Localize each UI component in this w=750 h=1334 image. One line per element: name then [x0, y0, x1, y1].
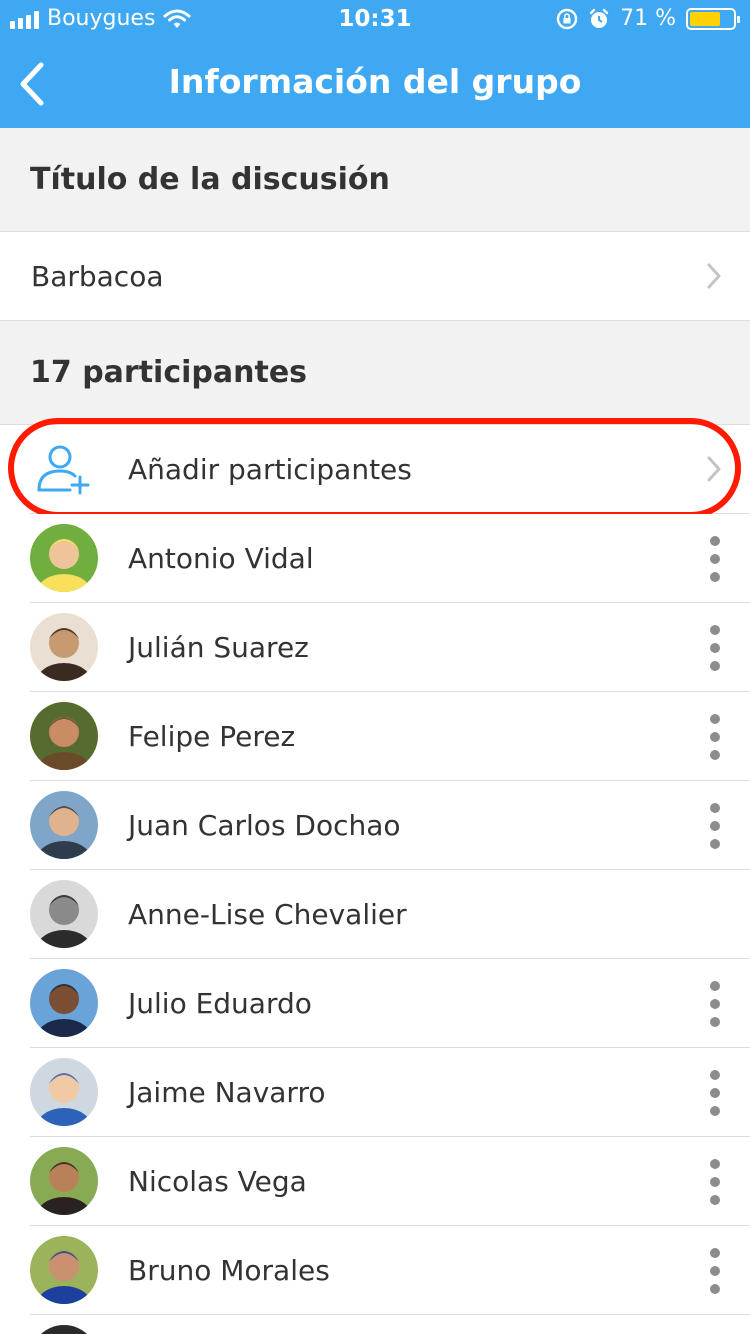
status-right: 71 %	[556, 6, 740, 31]
participant-name: Julio Eduardo	[128, 987, 312, 1020]
section-header-participants: 17 participantes	[30, 355, 308, 390]
avatar	[30, 613, 98, 681]
battery-percent: 71 %	[620, 6, 676, 31]
participant-name: Juan Carlos Dochao	[128, 809, 401, 842]
avatar	[30, 702, 98, 770]
avatar	[30, 791, 98, 859]
avatar	[30, 1147, 98, 1215]
page-title: Información del grupo	[168, 62, 582, 101]
more-options-icon[interactable]	[705, 1070, 725, 1116]
avatar	[30, 524, 98, 592]
participant-name: Anne-Lise Chevalier	[128, 898, 407, 931]
participant-name: Nicolas Vega	[128, 1165, 307, 1198]
participant-row[interactable]: Nicolas Vega	[0, 1137, 750, 1226]
more-options-icon[interactable]	[705, 981, 725, 1027]
avatar	[30, 1325, 98, 1334]
discussion-name-row[interactable]: Barbacoa	[0, 232, 750, 320]
participant-name: Antonio Vidal	[128, 542, 314, 575]
battery-level	[690, 11, 720, 26]
add-participants-row[interactable]: Añadir participantes	[0, 425, 750, 514]
participant-row[interactable]: Antonio Vidal	[0, 514, 750, 603]
participant-row[interactable]: Felipe Perez	[0, 692, 750, 781]
participant-name: Julián Suarez	[128, 631, 309, 664]
participant-row[interactable]: Julio Eduardo	[0, 959, 750, 1048]
participant-name: Bruno Morales	[128, 1254, 330, 1287]
more-options-icon[interactable]	[705, 1248, 725, 1294]
participant-row-partial	[0, 1315, 750, 1334]
section-header-discussion-title: Título de la discusión	[30, 162, 390, 197]
participant-row[interactable]: Juan Carlos Dochao	[0, 781, 750, 870]
more-options-icon[interactable]	[705, 625, 725, 671]
status-bar: Bouygues 10:31 71 %	[0, 0, 750, 40]
add-participants-label: Añadir participantes	[128, 453, 412, 486]
rotation-lock-icon	[556, 8, 578, 29]
more-options-icon[interactable]	[705, 1159, 725, 1205]
more-options-icon[interactable]	[705, 714, 725, 760]
avatar	[30, 1236, 98, 1304]
discussion-name: Barbacoa	[31, 259, 164, 293]
add-user-icon	[37, 445, 90, 495]
more-options-icon[interactable]	[705, 803, 725, 849]
participant-row[interactable]: Bruno Morales	[0, 1226, 750, 1315]
avatar	[30, 969, 98, 1037]
avatar	[30, 1058, 98, 1126]
participant-row[interactable]: Anne-Lise Chevalier	[0, 870, 750, 959]
avatar	[30, 880, 98, 948]
top-bar: Bouygues 10:31 71 % Información del grup…	[0, 0, 750, 128]
participant-row[interactable]: Jaime Navarro	[0, 1048, 750, 1137]
participant-name: Jaime Navarro	[128, 1076, 326, 1109]
battery-icon	[686, 7, 740, 30]
chevron-right-icon	[707, 456, 721, 482]
chevron-right-icon	[707, 263, 721, 289]
participant-name: Felipe Perez	[128, 720, 296, 753]
more-options-icon[interactable]	[705, 536, 725, 582]
participant-row[interactable]: Julián Suarez	[0, 603, 750, 692]
alarm-icon	[589, 8, 609, 28]
navigation-bar: Información del grupo	[0, 40, 750, 128]
